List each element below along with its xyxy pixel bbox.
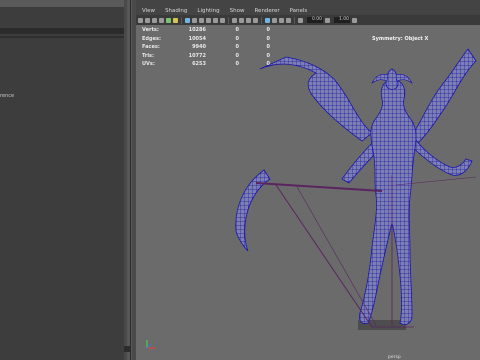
hud-row-tris: Tris: 10772 0 0 [142, 52, 270, 61]
left-horn [371, 73, 389, 84]
right-wing [411, 48, 477, 144]
textured-icon[interactable] [206, 17, 211, 23]
axis-gizmo-icon [146, 340, 155, 349]
character-head [385, 68, 399, 90]
hud-total: 10286 [188, 27, 206, 34]
left-panel-header-bar [0, 0, 124, 7]
symmetry-indicator: Symmetry: Object X [372, 36, 429, 42]
hud-label: Verts: [142, 27, 159, 34]
motion-blur-icon[interactable] [239, 17, 244, 23]
poly-count-hud: Verts: 10286 0 0 Edges: 10054 0 0 Faces:… [142, 26, 270, 69]
film-gate-icon[interactable] [173, 17, 178, 23]
toolbar-separator [261, 16, 262, 24]
grid-icon[interactable] [166, 17, 171, 23]
hud-selected: 0 [235, 52, 239, 59]
toolbar-separator [228, 16, 229, 24]
character-mesh[interactable] [136, 25, 480, 360]
hud-label: UVs: [142, 61, 155, 68]
hud-label: Tris: [142, 52, 155, 59]
panel-splitter-line [130, 0, 131, 360]
left-panel-divider [0, 36, 124, 38]
ambient-occlusion-icon[interactable] [232, 17, 237, 23]
hud-selected-tris: 0 [266, 35, 270, 42]
camera-attributes-icon[interactable] [145, 17, 150, 23]
hud-selected-tris: 0 [266, 27, 270, 34]
left-panel-search-field[interactable] [0, 28, 124, 34]
bookmark-icon[interactable] [152, 17, 157, 23]
hud-row-faces: Faces: 9940 0 0 [142, 43, 270, 52]
toolbar-separator [181, 16, 182, 24]
hud-total: 10772 [188, 52, 206, 59]
wireframe-icon[interactable] [185, 17, 190, 23]
scythe-shaft [255, 182, 383, 192]
rig-line [275, 184, 373, 328]
hud-selected: 0 [235, 61, 239, 68]
menu-view[interactable]: View [142, 8, 155, 14]
hud-label: Faces: [142, 44, 160, 51]
toolbar-separator [294, 16, 295, 24]
left-panel-reference-text: rence [0, 93, 15, 99]
anti-aliasing-icon[interactable] [246, 17, 251, 23]
menu-panels[interactable]: Panels [290, 8, 308, 14]
hud-selected-tris: 0 [266, 61, 270, 68]
hud-selected: 0 [235, 35, 239, 42]
xray-icon[interactable] [272, 17, 277, 23]
menu-lighting[interactable]: Lighting [197, 8, 219, 14]
gamma-icon[interactable] [325, 17, 330, 23]
viewport-menu-bar: View Shading Lighting Show Renderer Pane… [136, 7, 480, 15]
depth-of-field-icon[interactable] [253, 17, 258, 23]
hud-selected: 0 [235, 44, 239, 51]
gamma-field[interactable]: 1.00 [334, 17, 350, 23]
shadows-icon[interactable] [220, 17, 225, 23]
character-body [359, 80, 417, 325]
hud-row-uvs: UVs: 6253 0 0 [142, 60, 270, 69]
rig-line [295, 184, 377, 326]
hud-row-edges: Edges: 10054 0 0 [142, 35, 270, 44]
viewport-toolbar: 0.00 1.00 [136, 15, 480, 25]
hud-total: 10054 [188, 35, 206, 42]
hud-total: 9940 [192, 44, 206, 51]
hud-selected-tris: 0 [266, 44, 270, 51]
hud-label: Edges: [142, 35, 161, 42]
xray-joints-icon[interactable] [279, 17, 284, 23]
hud-row-verts: Verts: 10286 0 0 [142, 26, 270, 35]
lights-icon[interactable] [213, 17, 218, 23]
backface-culling-icon[interactable] [286, 17, 291, 23]
panel-splitter-handle[interactable] [124, 346, 130, 352]
menu-shading[interactable]: Shading [165, 8, 187, 14]
camera-name-label: persp [388, 355, 401, 360]
image-plane-icon[interactable] [159, 17, 164, 23]
wireframe-on-shaded-icon[interactable] [199, 17, 204, 23]
3d-viewport[interactable]: Verts: 10286 0 0 Edges: 10054 0 0 Faces:… [136, 25, 480, 360]
menu-renderer[interactable]: Renderer [254, 8, 279, 14]
scythe-blade [235, 169, 271, 252]
exposure-icon[interactable] [298, 17, 303, 23]
hud-selected: 0 [235, 27, 239, 34]
isolate-select-icon[interactable] [265, 17, 270, 23]
menu-show[interactable]: Show [230, 8, 245, 14]
left-wing [259, 56, 373, 142]
color-management-icon[interactable] [352, 17, 357, 23]
left-panel: rence [0, 0, 124, 360]
smooth-shade-icon[interactable] [192, 17, 197, 23]
hud-selected-tris: 0 [266, 52, 270, 59]
hud-total: 6253 [192, 61, 206, 68]
exposure-field[interactable]: 0.00 [307, 17, 323, 23]
select-camera-icon[interactable] [138, 17, 143, 23]
